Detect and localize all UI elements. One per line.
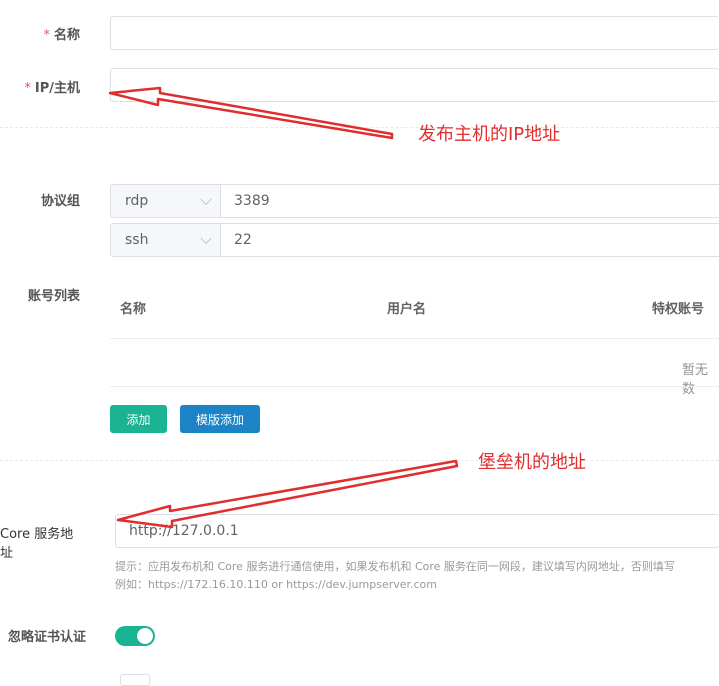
core-arrow xyxy=(116,459,459,529)
host-arrow xyxy=(108,86,394,140)
annotation-arrows xyxy=(108,86,459,529)
